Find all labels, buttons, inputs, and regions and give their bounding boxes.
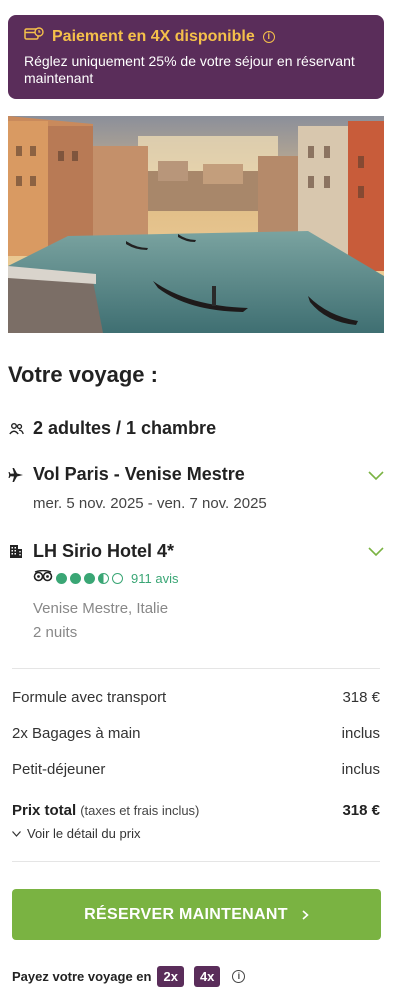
payment-option-2x[interactable]: 2x <box>157 966 184 987</box>
price-row-label: 2x Bagages à main <box>12 725 141 742</box>
payment-option-4x[interactable]: 4x <box>193 966 221 987</box>
reviews-count[interactable]: 911 avis <box>131 571 178 586</box>
hotel-nights: 2 nuits <box>33 624 78 641</box>
rating-dot <box>84 572 95 584</box>
travellers-label: 2 adultes / 1 chambre <box>33 418 217 438</box>
chevron-down-icon[interactable] <box>368 471 384 481</box>
chevron-right-icon <box>302 909 309 920</box>
card-clock-icon <box>24 27 44 46</box>
total-value: 318 € <box>342 802 380 819</box>
airplane-icon <box>8 467 24 483</box>
rating-dot <box>70 572 81 584</box>
hotel-location: Venise Mestre, Italie <box>33 600 169 617</box>
price-row: Formule avec transport 318 € <box>12 689 380 706</box>
flight-dates: mer. 5 nov. 2025 - ven. 7 nov. 2025 <box>33 495 267 512</box>
flight-title: Vol Paris - Venise Mestre <box>33 464 245 484</box>
price-row-label: Formule avec transport <box>12 689 167 706</box>
price-row-value: inclus <box>341 761 380 778</box>
book-now-label: RÉSERVER MAINTENANT <box>84 905 288 923</box>
building-icon <box>8 544 24 560</box>
price-row: Petit-déjeuner inclus <box>12 761 380 778</box>
price-row-label: Petit-déjeuner <box>12 761 106 778</box>
price-row: 2x Bagages à main inclus <box>12 725 380 742</box>
tripadvisor-owl-icon <box>33 569 53 587</box>
chevron-down-icon <box>12 830 21 837</box>
flight-row[interactable]: Vol Paris - Venise Mestre <box>8 464 245 485</box>
price-detail-link[interactable]: Voir le détail du prix <box>12 826 140 841</box>
hotel-title: LH Sirio Hotel 4* <box>33 541 175 561</box>
book-now-button[interactable]: RÉSERVER MAINTENANT <box>12 889 381 940</box>
price-row-value: inclus <box>341 725 380 742</box>
info-icon[interactable]: i <box>262 30 275 43</box>
promo-title: Paiement en 4X disponible <box>52 27 255 45</box>
divider <box>12 861 380 862</box>
rating-dot <box>56 572 67 584</box>
travellers-row: 2 adultes / 1 chambre <box>8 418 216 439</box>
hotel-rating[interactable]: 911 avis <box>33 569 178 587</box>
payment-options: Payez votre voyage en 2x 4x i <box>12 966 246 987</box>
price-row-value: 318 € <box>342 689 380 706</box>
rating-dot <box>112 572 123 584</box>
total-note: (taxes et frais inclus) <box>80 803 200 818</box>
total-label: Prix total <box>12 802 77 819</box>
hotel-row[interactable]: LH Sirio Hotel 4* <box>8 541 174 562</box>
chevron-down-icon[interactable] <box>368 547 384 557</box>
rating-dot <box>98 572 109 584</box>
total-price-row: Prix total (taxes et frais inclus) 318 € <box>12 802 380 819</box>
info-icon[interactable]: i <box>232 970 246 983</box>
people-icon <box>8 421 24 437</box>
promo-text: Réglez uniquement 25% de votre séjour en… <box>24 53 355 86</box>
divider <box>12 668 380 669</box>
promo-banner: Paiement en 4X disponible i Réglez uniqu… <box>8 15 384 99</box>
payment-label: Payez votre voyage en <box>12 969 152 984</box>
destination-photo <box>8 116 384 333</box>
price-detail-label: Voir le détail du prix <box>27 826 141 841</box>
trip-heading: Votre voyage : <box>8 362 158 387</box>
